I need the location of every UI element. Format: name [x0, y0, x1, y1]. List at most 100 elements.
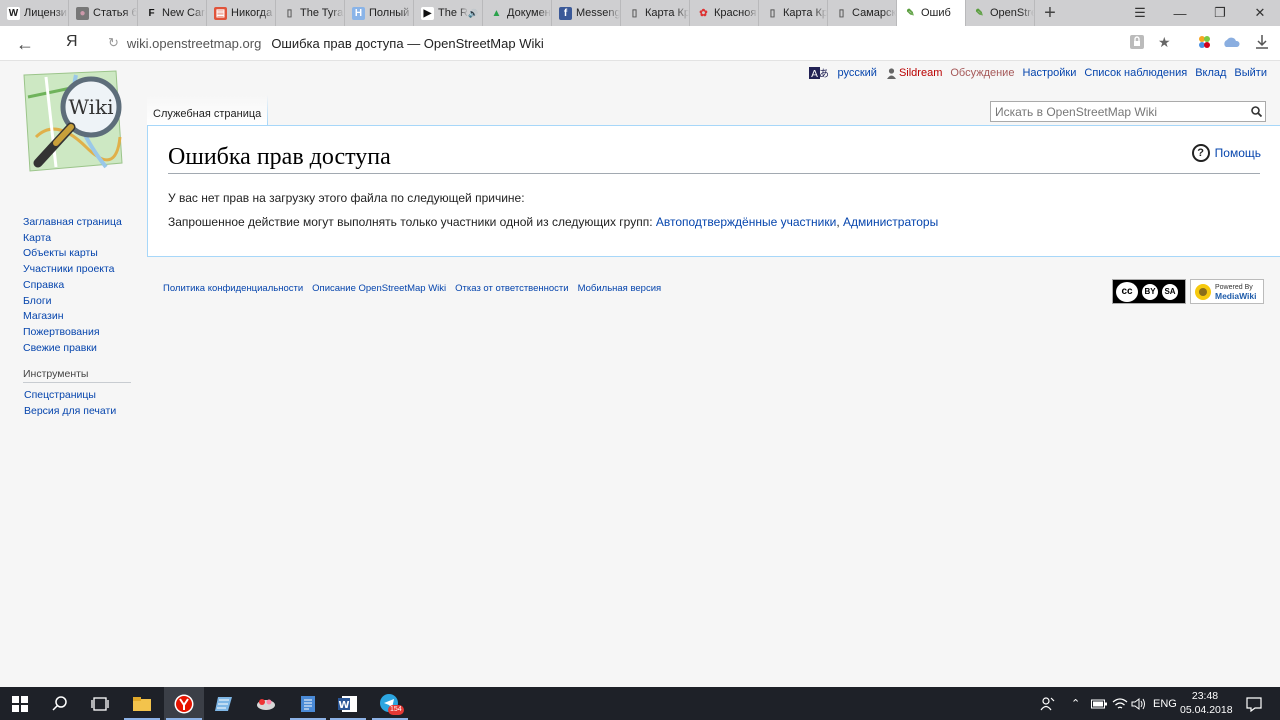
- yandex-browser-icon[interactable]: [164, 687, 204, 720]
- mediawiki-badge-line1: Powered By: [1215, 283, 1253, 291]
- play-icon: ▶: [421, 6, 434, 20]
- chevron-up-icon[interactable]: ⌃: [1071, 687, 1080, 720]
- close-button[interactable]: ✕: [1240, 0, 1280, 26]
- search-icon[interactable]: [40, 687, 80, 720]
- administrators-link[interactable]: Администраторы: [843, 215, 938, 229]
- battery-icon[interactable]: [1091, 687, 1107, 720]
- language-link[interactable]: русский: [837, 67, 876, 79]
- task-view-icon[interactable]: [80, 687, 120, 720]
- download-icon[interactable]: [1255, 34, 1269, 53]
- browser-tab[interactable]: ▯ Карта Кр: [621, 0, 690, 26]
- cc-by-sa-badge[interactable]: cc BY SA: [1112, 279, 1186, 304]
- sidebar-item-map[interactable]: Карта: [23, 231, 122, 247]
- sidebar-item-donations[interactable]: Пожертвования: [23, 325, 122, 341]
- sidebar-item-recent-changes[interactable]: Свежие правки: [23, 341, 122, 357]
- browser-tab-label: The R: [438, 7, 468, 19]
- word-icon[interactable]: W: [328, 687, 368, 720]
- browser-tab[interactable]: ✎ OpenStre: [966, 0, 1035, 26]
- browser-tab[interactable]: ▯ The Tyran: [276, 0, 345, 26]
- sidebar-item-help[interactable]: Справка: [23, 278, 122, 294]
- telegram-icon[interactable]: 154: [370, 687, 410, 720]
- sidebar-item-printable[interactable]: Версия для печати: [24, 403, 116, 419]
- footer-privacy-link[interactable]: Политика конфиденциальности: [163, 283, 303, 294]
- yandex-button[interactable]: Я: [66, 33, 78, 51]
- app-icon[interactable]: [246, 687, 286, 720]
- sidebar-navigation: Заглавная страница Карта Объекты карты У…: [23, 215, 122, 356]
- autoconfirmed-link[interactable]: Автоподтверждённые участники: [656, 215, 836, 229]
- osm-wiki-logo[interactable]: Wiki: [16, 67, 128, 179]
- sa-icon: SA: [1162, 283, 1178, 300]
- tab-special-page[interactable]: Служебная страница: [147, 95, 269, 125]
- sidebar-item-blogs[interactable]: Блоги: [23, 294, 122, 310]
- footer-disclaimer-link[interactable]: Отказ от ответственности: [455, 283, 568, 294]
- browser-tab[interactable]: ✿ Красноя: [690, 0, 759, 26]
- speaker-icon[interactable]: [1131, 687, 1147, 720]
- file-explorer-icon[interactable]: [122, 687, 162, 720]
- url-host: wiki.openstreetmap.org: [126, 35, 262, 51]
- talk-link[interactable]: Обсуждение: [950, 67, 1014, 79]
- browser-tab[interactable]: ▶ The R 🔊: [414, 0, 483, 26]
- sidebar-item-shop[interactable]: Магазин: [23, 309, 122, 325]
- footer-about-link[interactable]: Описание OpenStreetMap Wiki: [312, 283, 446, 294]
- people-icon[interactable]: [1040, 687, 1056, 720]
- browser-tab[interactable]: f Messeng: [552, 0, 621, 26]
- restore-button[interactable]: ❐: [1200, 0, 1240, 26]
- browser-tab[interactable]: ● Статья б: [69, 0, 138, 26]
- flower-icon: ✿: [699, 7, 708, 19]
- browser-tab-label: The Tyran: [300, 7, 344, 19]
- input-language[interactable]: ENG: [1153, 687, 1177, 720]
- facebook-icon: f: [559, 6, 572, 20]
- browser-tab[interactable]: ▯ Самарск: [828, 0, 897, 26]
- search-input[interactable]: [991, 103, 1247, 120]
- minimize-button[interactable]: —: [1160, 0, 1200, 26]
- help-link[interactable]: ? Помощь: [1191, 144, 1261, 162]
- reader-mode-icon[interactable]: [1129, 34, 1145, 53]
- watchlist-link[interactable]: Список наблюдения: [1084, 67, 1187, 79]
- user-link[interactable]: Sildream: [899, 67, 942, 79]
- taskbar: W 154 ⌃ ENG 23:48 05.04.2018: [0, 687, 1280, 720]
- contributions-link[interactable]: Вклад: [1195, 67, 1226, 79]
- extension-icon[interactable]: [1196, 34, 1214, 53]
- browser-tab-label: Полный: [369, 7, 410, 19]
- browser-tab[interactable]: ▲ Докумен: [483, 0, 552, 26]
- powered-by-mediawiki-badge[interactable]: Powered By MediaWiki: [1190, 279, 1264, 304]
- page-icon: ▯: [769, 7, 776, 19]
- wifi-icon[interactable]: [1112, 687, 1128, 720]
- language-icon[interactable]: Aあ: [809, 67, 829, 79]
- speaker-icon[interactable]: 🔊: [468, 9, 478, 18]
- sidebar-item-special-pages[interactable]: Спецстраницы: [24, 387, 116, 403]
- h-icon: H: [352, 6, 365, 20]
- sidebar-item-map-features[interactable]: Объекты карты: [23, 246, 122, 262]
- browser-tab-label: Messeng: [576, 7, 620, 19]
- bookmark-star-icon[interactable]: ★: [1158, 34, 1171, 51]
- new-tab-button[interactable]: +: [1035, 0, 1065, 26]
- menu-icon[interactable]: ☰: [1120, 0, 1160, 26]
- address-bar[interactable]: ↻ wiki.openstreetmap.org Ошибка прав дос…: [102, 30, 1184, 56]
- sidebar-item-main-page[interactable]: Заглавная страница: [23, 215, 122, 231]
- sidebar-item-community[interactable]: Участники проекта: [23, 262, 122, 278]
- browser-tab[interactable]: H Полный: [345, 0, 414, 26]
- system-clock[interactable]: 23:48 05.04.2018: [1180, 689, 1233, 717]
- browser-tab-label: Лицензи: [24, 7, 67, 19]
- drive-icon: ▲: [491, 7, 502, 19]
- windows-start-icon[interactable]: [0, 687, 40, 720]
- preferences-link[interactable]: Настройки: [1022, 67, 1076, 79]
- browser-tab[interactable]: F New Care: [138, 0, 207, 26]
- browser-tab[interactable]: W Лицензи: [0, 0, 69, 26]
- browser-tab[interactable]: ▤ Никогда: [207, 0, 276, 26]
- page-icon: ▯: [838, 7, 845, 19]
- notification-center-icon[interactable]: [1246, 687, 1262, 720]
- browser-tab[interactable]: ✎ Ошиб: [897, 0, 966, 26]
- logout-link[interactable]: Выйти: [1234, 67, 1267, 79]
- back-arrow-icon[interactable]: ←: [16, 34, 34, 55]
- notepad-icon[interactable]: [204, 687, 244, 720]
- search-icon[interactable]: [1247, 106, 1265, 117]
- browser-tab[interactable]: ▯ Карта Кр: [759, 0, 828, 26]
- footer-mobile-link[interactable]: Мобильная версия: [578, 283, 662, 294]
- reload-icon[interactable]: ↻: [108, 35, 119, 51]
- help-label[interactable]: Помощь: [1215, 146, 1261, 160]
- address-row: ← Я ↻ wiki.openstreetmap.org Ошибка прав…: [0, 26, 1280, 61]
- cloud-icon[interactable]: [1222, 34, 1242, 53]
- mediawiki-badge-text: Powered By MediaWiki: [1215, 284, 1257, 300]
- document-icon[interactable]: [288, 687, 328, 720]
